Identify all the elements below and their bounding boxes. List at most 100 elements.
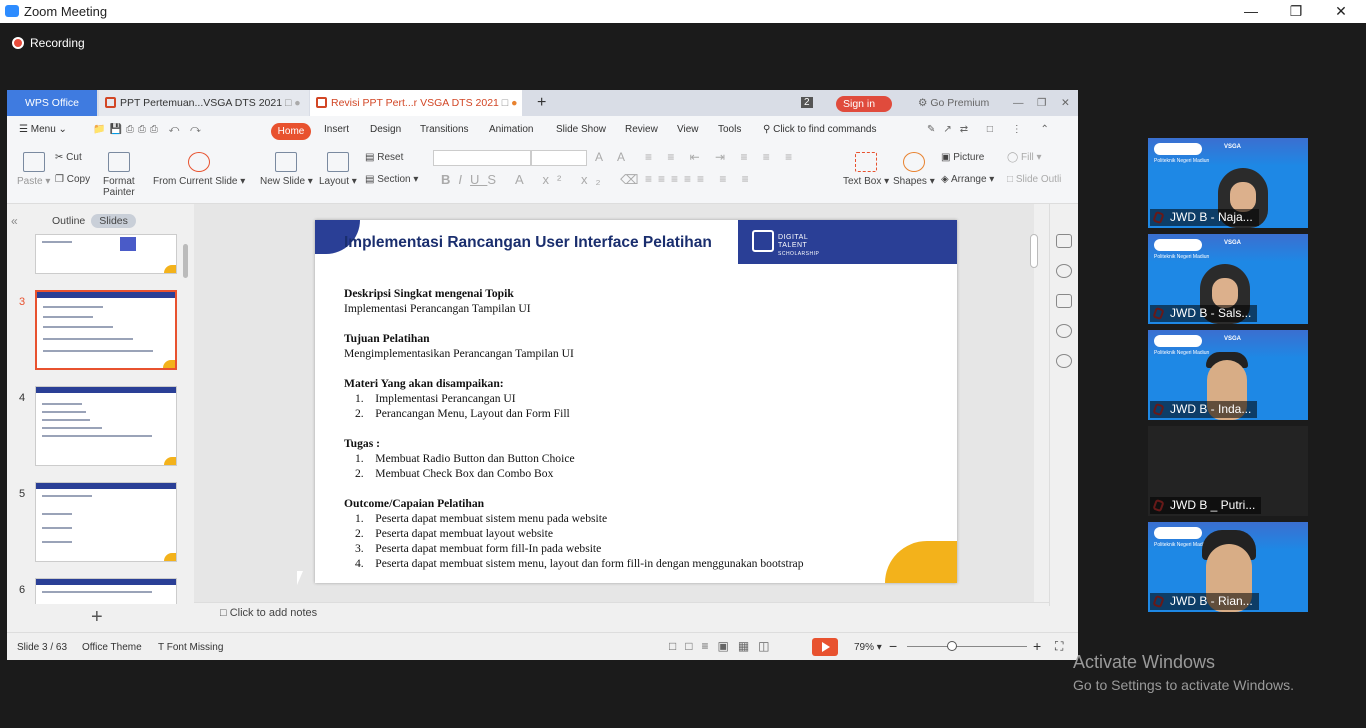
slide-thumbnail-2[interactable] bbox=[35, 234, 177, 274]
zoom-level[interactable]: 79% ▾ bbox=[854, 642, 882, 653]
new-slide-button[interactable]: New Slide ▾ bbox=[260, 152, 313, 187]
command-search[interactable]: ⚲ Click to find commands bbox=[763, 124, 876, 135]
tab-view[interactable]: View bbox=[677, 124, 699, 135]
theme-name[interactable]: Office Theme bbox=[82, 642, 142, 653]
notes-area[interactable]: □ Click to add notes bbox=[194, 602, 1049, 624]
section-line: Implementasi Perancangan Tampilan UI bbox=[344, 302, 531, 315]
cut-button[interactable]: ✂ Cut bbox=[55, 152, 82, 163]
tab-slide-show[interactable]: Slide Show bbox=[556, 124, 606, 135]
reset-button[interactable]: ▤ Reset bbox=[365, 152, 403, 163]
paste-button[interactable]: Paste ▾ bbox=[17, 152, 50, 187]
new-slide-icon bbox=[275, 152, 298, 172]
paragraph-icons-top[interactable]: ≡ ≡ ⇤ ⇥ ≡ ≡ ≡ bbox=[645, 150, 798, 164]
tab-design[interactable]: Design bbox=[370, 124, 401, 135]
participant-video-off[interactable]: JWD B _ Putri... bbox=[1148, 426, 1308, 516]
close-icon[interactable]: ✕ bbox=[1318, 0, 1364, 23]
tab-document-2[interactable]: Revisi PPT Pert...r VSGA DTS 2021 □ ● bbox=[310, 90, 522, 116]
font-name-select[interactable] bbox=[433, 150, 531, 166]
tab-count-badge[interactable]: 2 bbox=[795, 90, 813, 116]
share-toolbar-icons[interactable]: ✎↗⇄ □ ⋮ ⌃ bbox=[927, 124, 1057, 135]
tab-slides[interactable]: Slides bbox=[91, 214, 136, 228]
shapes-icon bbox=[902, 152, 925, 172]
restore-icon[interactable]: ❐ bbox=[1273, 0, 1319, 23]
thumb-line bbox=[42, 241, 72, 243]
quick-access-toolbar[interactable]: 📁💾⎙⎙⎙ ↶ ↷ bbox=[93, 124, 205, 135]
pane-tabs: Outline Slides bbox=[52, 214, 136, 228]
slide-thumbnail-3[interactable] bbox=[35, 290, 177, 370]
text-format-icons[interactable]: BIUS A x² x₂ ⌫ bbox=[441, 172, 647, 188]
section-heading: Tujuan Pelatihan bbox=[344, 332, 430, 345]
arrange-button[interactable]: ◈ Arrange ▾ bbox=[941, 174, 994, 185]
font-grow-shrink-icons[interactable]: A A bbox=[595, 150, 631, 164]
copy-format-icon[interactable] bbox=[1056, 234, 1072, 248]
fill-button[interactable]: ◯ Fill ▾ bbox=[1007, 152, 1042, 163]
current-slide[interactable]: Implementasi Rancangan User Interface Pe… bbox=[315, 220, 957, 583]
tab-label: PPT Pertemuan...VSGA DTS 2021 bbox=[120, 97, 283, 109]
wps-restore-icon[interactable]: ❐ bbox=[1031, 90, 1046, 116]
participant-video[interactable]: Politeknik Negeri Madiun JWD B - Rian... bbox=[1148, 522, 1308, 612]
recording-indicator[interactable]: Recording bbox=[12, 36, 85, 50]
text-box-button[interactable]: Text Box ▾ bbox=[843, 152, 889, 187]
minimize-icon[interactable]: — bbox=[1228, 0, 1274, 23]
zoom-in-icon[interactable]: + bbox=[1033, 638, 1041, 654]
zoom-slider[interactable] bbox=[907, 646, 1027, 647]
slide-thumbnail-5[interactable] bbox=[35, 482, 177, 562]
new-tab-icon[interactable]: + bbox=[531, 90, 546, 116]
font-missing-button[interactable]: T Font Missing bbox=[158, 642, 223, 653]
tab-document-1[interactable]: PPT Pertemuan...VSGA DTS 2021 □ ● bbox=[99, 90, 309, 116]
help-icon[interactable] bbox=[1056, 354, 1072, 368]
section-button[interactable]: ▤ Section ▾ bbox=[365, 174, 418, 185]
participant-name: JWD B - Inda... bbox=[1150, 401, 1258, 418]
shapes-button[interactable]: Shapes ▾ bbox=[893, 152, 935, 187]
font-missing-label: Font Missing bbox=[166, 642, 224, 653]
tab-tools[interactable]: Tools bbox=[718, 124, 741, 135]
zoom-slider-handle[interactable] bbox=[947, 641, 957, 651]
thumb-line bbox=[42, 411, 86, 413]
tab-wps-office[interactable]: WPS Office bbox=[7, 90, 97, 116]
slide-thumbnail-6[interactable] bbox=[35, 578, 177, 604]
thumb-line bbox=[42, 427, 102, 429]
font-size-select[interactable] bbox=[531, 150, 587, 166]
tab-review[interactable]: Review bbox=[625, 124, 658, 135]
thumb-line bbox=[42, 591, 152, 593]
pane-scrollbar[interactable] bbox=[183, 244, 188, 278]
history-icon[interactable] bbox=[1056, 324, 1072, 338]
wps-minimize-icon[interactable]: — bbox=[1007, 90, 1024, 116]
text-box-label: Text Box bbox=[843, 176, 882, 187]
picture-button[interactable]: ▣ Picture bbox=[941, 152, 984, 163]
tab-home[interactable]: Home bbox=[271, 123, 311, 140]
section-label: Section bbox=[377, 174, 411, 185]
participant-video[interactable]: Politeknik Negeri Madiun VSGA JWD B - Na… bbox=[1148, 138, 1308, 228]
tab-label: Revisi PPT Pert...r VSGA DTS 2021 bbox=[331, 97, 499, 109]
tab-outline[interactable]: Outline bbox=[52, 215, 85, 227]
paragraph-icons-bottom[interactable]: ≡≡≡≡≡ ≡ ≡ bbox=[645, 172, 755, 186]
animation-icon[interactable] bbox=[1056, 264, 1072, 278]
slide-outline-button[interactable]: □ Slide Outli bbox=[1007, 174, 1061, 185]
settings-sliders-icon[interactable] bbox=[1056, 294, 1072, 308]
fit-window-icon[interactable]: ⛶ bbox=[1055, 639, 1063, 654]
wps-close-icon[interactable]: ✕ bbox=[1055, 90, 1070, 116]
play-slideshow-button[interactable] bbox=[812, 638, 838, 656]
tab-insert[interactable]: Insert bbox=[324, 124, 349, 135]
sign-in-button[interactable]: Sign in bbox=[836, 96, 892, 112]
add-slide-icon[interactable]: + bbox=[91, 606, 103, 629]
format-painter-button[interactable]: Format Painter bbox=[103, 152, 135, 198]
layout-button[interactable]: Layout ▾ bbox=[319, 152, 357, 187]
home-label: Home bbox=[277, 126, 305, 137]
tab-transitions[interactable]: Transitions bbox=[420, 124, 469, 135]
from-current-slide-button[interactable]: From Current Slide ▾ bbox=[153, 152, 245, 187]
slide-thumbnail-4[interactable] bbox=[35, 386, 177, 466]
menu-button[interactable]: ☰ Menu ⌄ bbox=[19, 124, 67, 135]
canvas-scrollbar[interactable] bbox=[1030, 234, 1038, 268]
wps-tab-bar: WPS Office PPT Pertemuan...VSGA DTS 2021… bbox=[7, 90, 1078, 116]
participant-video[interactable]: Politeknik Negeri Madiun VSGA JWD B - Sa… bbox=[1148, 234, 1308, 324]
copy-button[interactable]: ❐ Copy bbox=[55, 174, 90, 185]
participant-video[interactable]: Politeknik Negeri Madiun VSGA JWD B - In… bbox=[1148, 330, 1308, 420]
view-mode-icons[interactable]: □□≡▣▦◫ bbox=[669, 639, 779, 653]
slide-number: 6 bbox=[19, 584, 26, 596]
zoom-out-icon[interactable]: − bbox=[889, 638, 897, 654]
format-painter-label-1: Format bbox=[103, 176, 135, 187]
collapse-pane-icon[interactable]: « bbox=[11, 214, 18, 228]
tab-animation[interactable]: Animation bbox=[489, 124, 533, 135]
go-premium-button[interactable]: ⚙ Go Premium bbox=[912, 90, 989, 116]
